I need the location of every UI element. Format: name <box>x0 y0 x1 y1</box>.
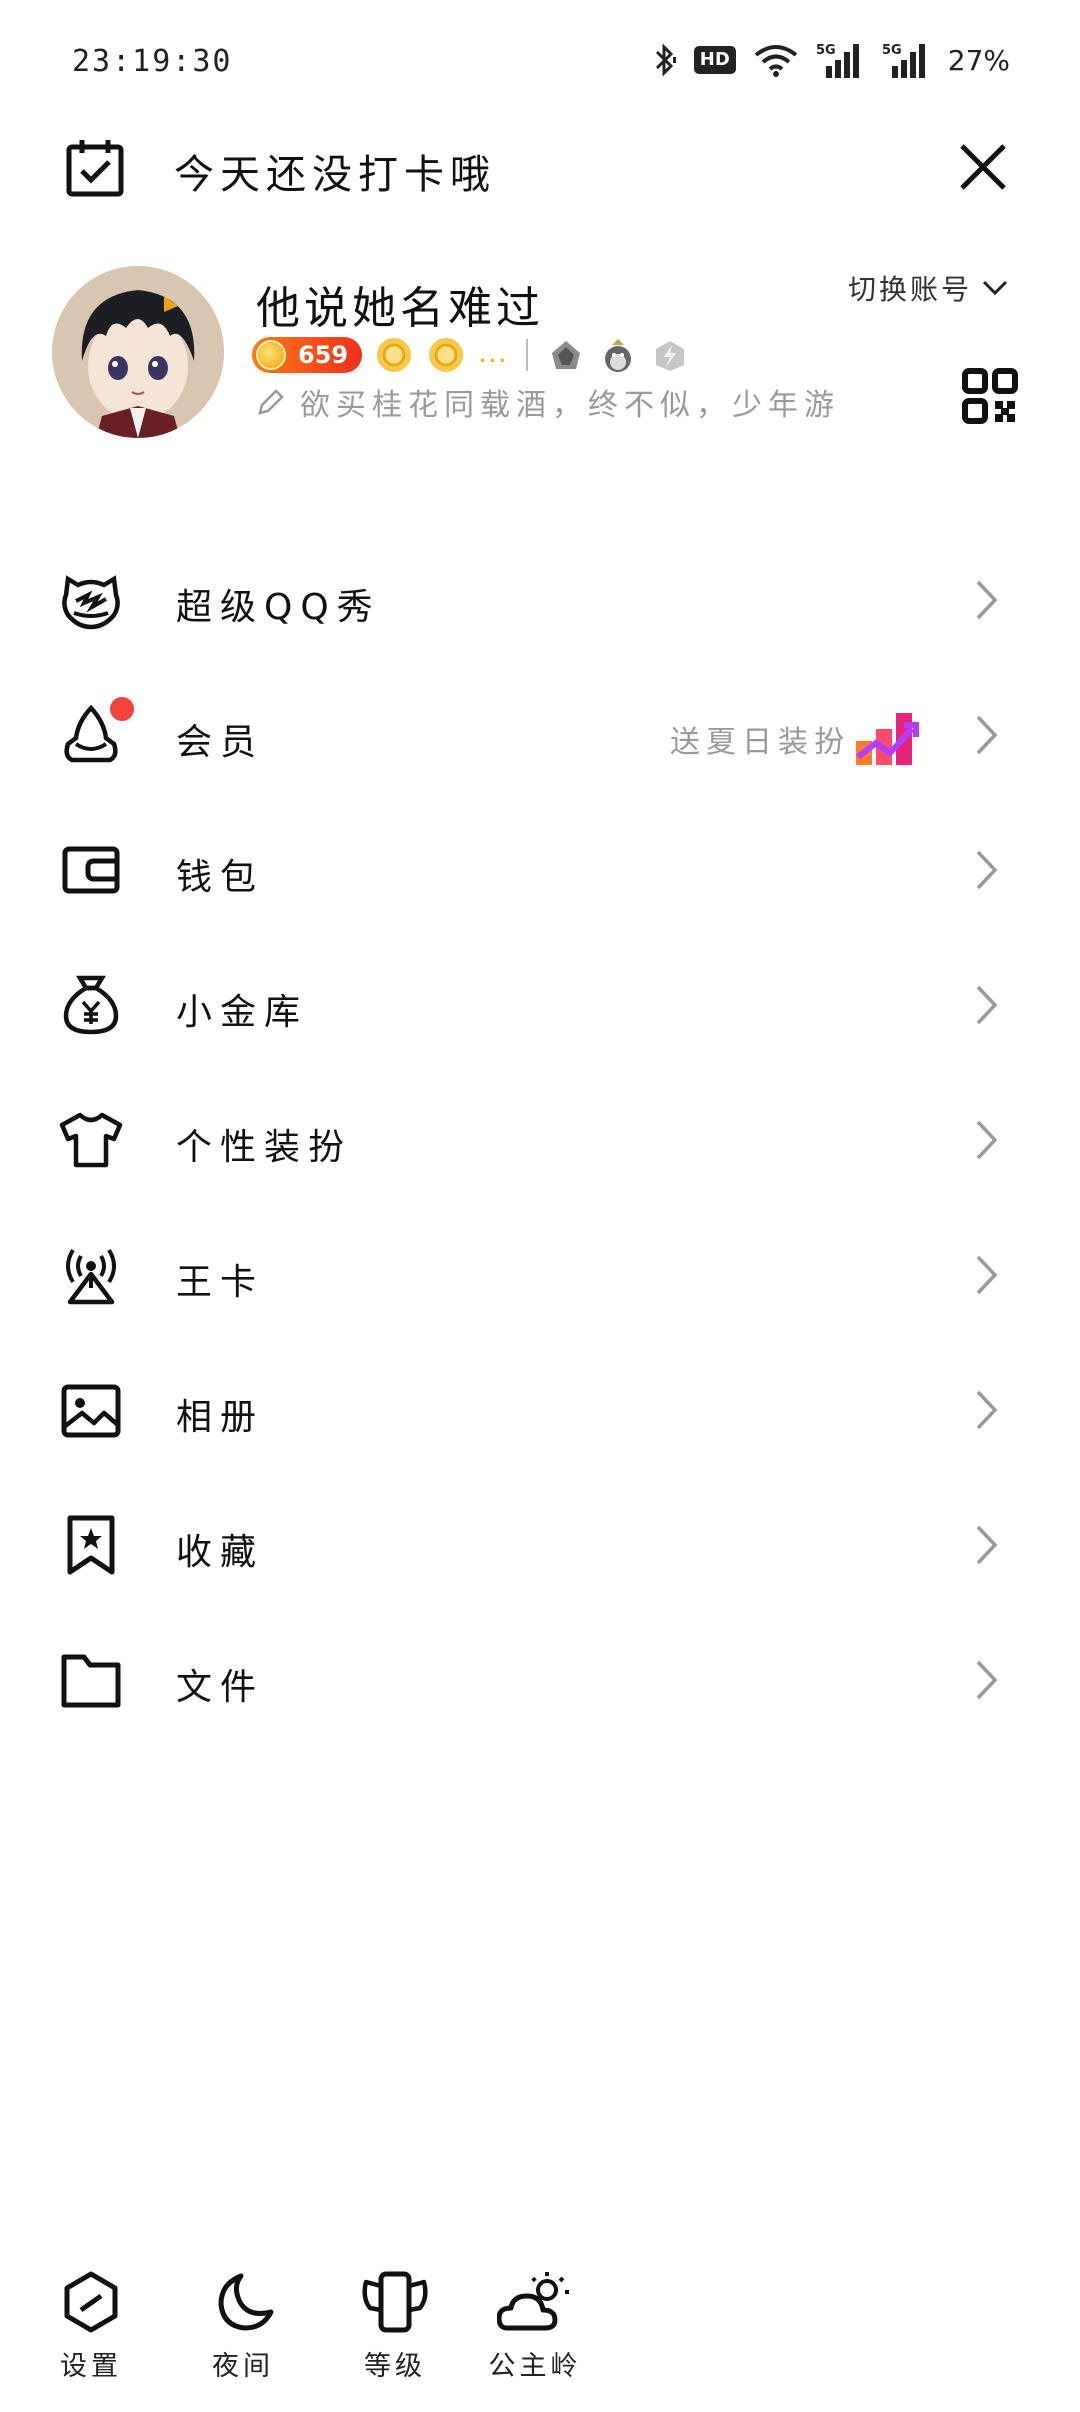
level-badges[interactable]: 659 ... <box>252 334 690 376</box>
menu-label: 会员 <box>176 722 265 763</box>
bluetooth-icon <box>655 43 676 77</box>
notification-dot <box>110 697 134 721</box>
menu-label: 超级QQ秀 <box>176 587 381 628</box>
weather-icon <box>497 2272 569 2331</box>
qr-code-icon[interactable] <box>962 368 1018 424</box>
wallet-icon <box>62 846 120 894</box>
sun-badge-icon <box>377 338 412 372</box>
weather-button[interactable]: 公主岭 <box>480 2270 590 2400</box>
status-time: 23:19:30 <box>72 44 233 79</box>
menu-label: 收藏 <box>176 1532 265 1573</box>
menu-list: 超级QQ秀 会员 送夏日装扮 钱包 小金库 个性装扮 王卡 相册 收藏 文件 <box>0 532 1080 1747</box>
close-icon <box>960 144 1006 190</box>
coin-icon <box>256 340 286 370</box>
level-pill: 659 <box>252 337 363 373</box>
menu-item-personalize[interactable]: 个性装扮 <box>0 1072 1080 1207</box>
night-mode-button[interactable]: 夜间 <box>188 2270 298 2400</box>
folder-icon <box>61 1654 121 1708</box>
tool-label: 等级 <box>364 2351 426 2382</box>
penguin-badge-icon <box>604 339 631 372</box>
menu-item-small-vault[interactable]: 小金库 <box>0 937 1080 1072</box>
checkin-row[interactable]: 今天还没打卡哦 <box>0 120 1080 220</box>
status-icons: HD 5G 5G 27% <box>654 40 1010 80</box>
menu-label: 文件 <box>176 1667 265 1708</box>
wifi-icon <box>754 45 798 77</box>
menu-label: 相册 <box>176 1397 265 1438</box>
menu-item-album[interactable]: 相册 <box>0 1342 1080 1477</box>
lightning-badge-icon <box>655 341 684 371</box>
close-button[interactable] <box>948 132 1018 202</box>
game-badge-icon <box>551 341 580 369</box>
menu-label: 小金库 <box>176 992 309 1033</box>
chevron-right-icon <box>976 715 998 755</box>
chevron-right-icon <box>976 1390 998 1430</box>
chevron-right-icon <box>976 1660 998 1700</box>
tool-label: 设置 <box>60 2351 122 2382</box>
signal-5g-icon: 5G <box>816 42 864 78</box>
moon-icon <box>218 2273 274 2331</box>
menu-item-king-card[interactable]: 王卡 <box>0 1207 1080 1342</box>
chevron-right-icon <box>976 1525 998 1565</box>
photo-icon <box>61 1384 121 1438</box>
switch-account-label: 切换账号 <box>847 273 972 306</box>
chevron-right-icon <box>976 850 998 890</box>
signal-tower-icon <box>66 1248 116 1305</box>
sun-badge-icon-2 <box>429 338 464 372</box>
more-badges: ... <box>478 335 508 369</box>
bookmark-star-icon <box>67 1515 115 1575</box>
menu-label: 王卡 <box>176 1262 265 1303</box>
svg-text:5G: 5G <box>882 43 902 58</box>
menu-label: 钱包 <box>176 857 265 898</box>
chevron-right-icon <box>976 580 998 620</box>
signal-5g-icon-2: 5G <box>882 42 930 78</box>
calendar-check-icon <box>66 140 124 197</box>
hd-voice-icon: HD <box>693 46 736 74</box>
status-bar: 23:19:30 HD 5G 5G 27% <box>0 0 1080 120</box>
avatar[interactable] <box>52 266 224 438</box>
svg-text:5G: 5G <box>816 43 836 58</box>
avatar-image <box>52 266 224 438</box>
battery-text: 27% <box>947 43 1010 77</box>
switch-account-button[interactable]: 切换账号 <box>848 268 1008 308</box>
menu-item-wallet[interactable]: 钱包 <box>0 802 1080 937</box>
menu-item-files[interactable]: 文件 <box>0 1612 1080 1747</box>
chevron-right-icon <box>976 1255 998 1295</box>
qq-show-icon <box>62 575 120 630</box>
vip-promo-chart-icon <box>856 713 919 765</box>
menu-label: 个性装扮 <box>176 1127 353 1168</box>
edit-pencil-icon <box>258 389 284 415</box>
badge-divider <box>525 339 528 371</box>
chevron-right-icon <box>976 985 998 1025</box>
level-button[interactable]: 等级 <box>340 2270 450 2400</box>
bottom-toolbar: 设置 夜间 等级 公主岭 <box>0 2250 1080 2412</box>
tool-label: 夜间 <box>212 2351 274 2382</box>
settings-button[interactable]: 设置 <box>36 2270 146 2400</box>
profile-card[interactable]: 他说她名难过 切换账号 659 ... 欲买桂花同载酒，终不似，少年游 <box>0 250 1080 450</box>
menu-item-favorites[interactable]: 收藏 <box>0 1477 1080 1612</box>
tool-label: 公主岭 <box>488 2351 582 2382</box>
chevron-right-icon <box>976 1120 998 1160</box>
level-icon <box>362 2271 428 2333</box>
vip-promo-text: 送夏日装扮 <box>670 725 850 760</box>
level-value: 659 <box>298 341 349 369</box>
chevron-down-icon <box>982 280 1008 296</box>
menu-item-qq-show[interactable]: 超级QQ秀 <box>0 532 1080 667</box>
signature-text: 欲买桂花同载酒，终不似，少年游 <box>300 388 840 423</box>
menu-item-vip[interactable]: 会员 送夏日装扮 <box>0 667 1080 802</box>
settings-icon <box>64 2271 118 2333</box>
nickname: 他说她名难过 <box>256 283 544 334</box>
tshirt-icon <box>59 1112 123 1168</box>
signature-row[interactable]: 欲买桂花同载酒，终不似，少年游 <box>256 380 840 424</box>
money-bag-icon <box>63 975 119 1035</box>
checkin-text: 今天还没打卡哦 <box>174 152 496 198</box>
